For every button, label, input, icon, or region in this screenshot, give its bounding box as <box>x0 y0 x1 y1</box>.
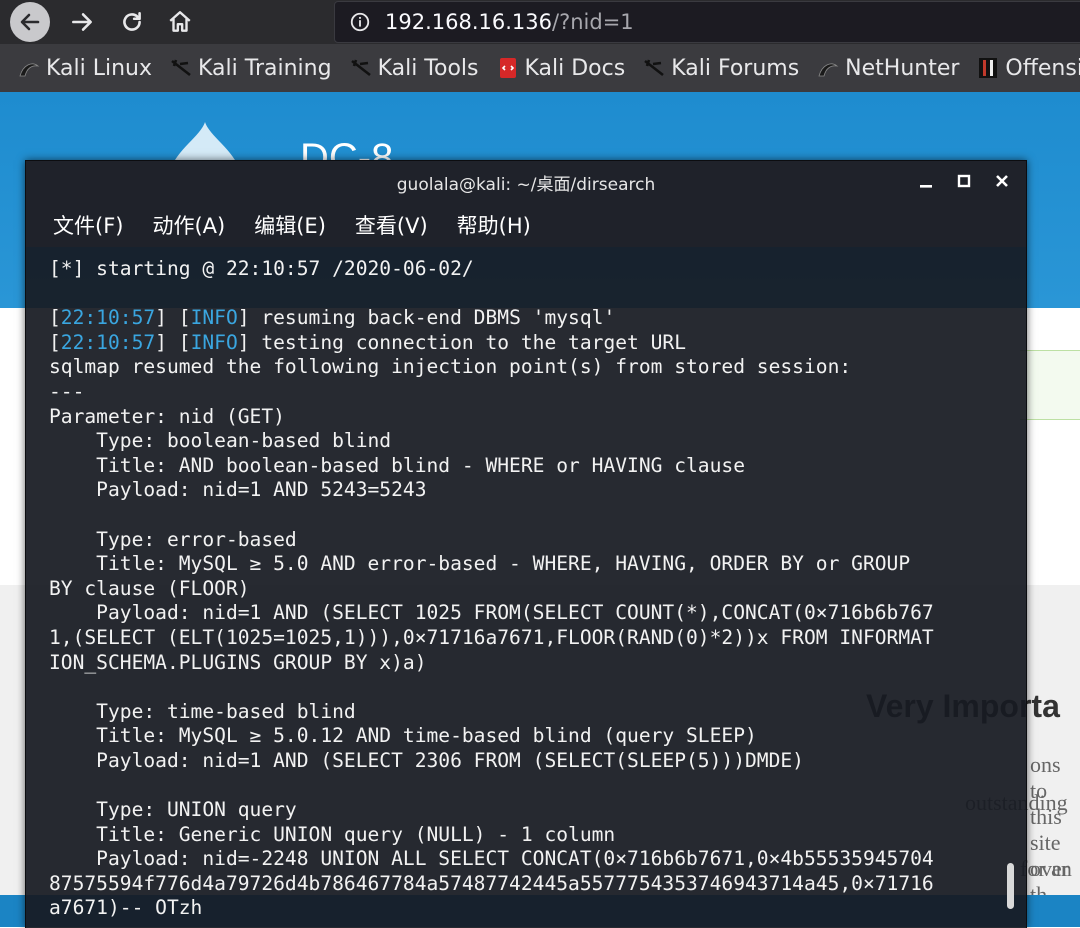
terminal-line: Title: Generic UNION query (NULL) - 1 co… <box>49 822 616 846</box>
terminal-line: Type: boolean-based blind <box>49 429 392 453</box>
forward-button[interactable] <box>62 2 102 42</box>
maximize-button[interactable] <box>954 171 974 191</box>
home-button[interactable] <box>160 2 200 42</box>
terminal-line: ION_SCHEMA.PLUGINS GROUP BY x)a) <box>49 650 427 674</box>
kali-dragon-icon <box>171 59 191 77</box>
terminal-line: Payload: nid=1 AND 5243=5243 <box>49 478 427 502</box>
menu-edit[interactable]: 编辑(E) <box>254 210 326 240</box>
log-text: ] [ <box>155 306 191 330</box>
bookmarks-toolbar: Kali Linux Kali Training Kali Tools Kali… <box>0 44 1080 92</box>
terminal-line: 87575594f776d4a79726d4b786467784a5748774… <box>49 871 934 895</box>
reload-icon <box>123 12 141 31</box>
terminal-line: a7671)-- OTzh <box>49 896 203 920</box>
bookmark-label: Offensive <box>1005 55 1080 81</box>
home-icon <box>169 11 191 32</box>
info-icon[interactable] <box>349 11 371 33</box>
terminal-line: [22:10:57] [INFO] resuming back-end DBMS… <box>49 306 1001 331</box>
menu-file[interactable]: 文件(F) <box>53 210 123 240</box>
scrollbar-thumb[interactable] <box>1007 863 1014 909</box>
menu-view[interactable]: 查看(V) <box>355 210 428 240</box>
terminal-title: guolala@kali: ~/桌面/dirsearch <box>396 174 656 195</box>
bookmark-label: Kali Forums <box>671 55 800 81</box>
terminal-line: [*] starting @ 22:10:57 /2020-06-02/ <box>49 257 474 280</box>
menu-actions[interactable]: 动作(A) <box>152 210 225 240</box>
status-message-box <box>1020 350 1080 420</box>
log-text: [ <box>49 306 61 330</box>
terminal-line: Payload: nid=1 AND (SELECT 2306 FROM (SE… <box>49 748 804 772</box>
log-level: INFO <box>190 330 238 354</box>
body-text-fragment: for an <box>1020 856 1072 881</box>
log-text: ] resuming back-end DBMS 'mysql' <box>237 306 616 330</box>
terminal-line: BY clause (FLOOR) <box>49 576 250 600</box>
terminal-line: Title: AND boolean-based blind - WHERE o… <box>49 453 745 477</box>
maximize-icon <box>957 174 971 188</box>
browser-toolbar: 192.168.16.136/?nid=1 <box>0 0 1080 44</box>
menu-help[interactable]: 帮助(H) <box>457 210 531 240</box>
close-button[interactable] <box>992 171 1012 191</box>
kali-dragon-icon <box>818 63 839 77</box>
url-text: 192.168.16.136/?nid=1 <box>385 10 634 34</box>
close-icon <box>996 175 1008 187</box>
terminal-titlebar[interactable]: guolala@kali: ~/桌面/dirsearch <box>26 161 1026 203</box>
bookmark-kali-linux[interactable]: Kali Linux <box>18 56 152 81</box>
terminal-output[interactable]: [*] starting @ 22:10:57 /2020-06-02/ [22:… <box>49 257 1001 928</box>
terminal-line: Payload: nid=1 AND (SELECT 1025 FROM(SEL… <box>49 601 934 625</box>
bookmark-offensive[interactable]: Offensive <box>977 56 1080 81</box>
log-text: [ <box>49 330 61 354</box>
terminal-scrollbar[interactable] <box>1006 247 1016 928</box>
body-text-fragment: ons to this site over th <box>1030 752 1070 907</box>
log-level: INFO <box>190 306 238 330</box>
terminal-line: Type: UNION query <box>49 798 297 822</box>
terminal-line: [22:10:57] [INFO] testing connection to … <box>49 331 1001 356</box>
url-path: /?nid=1 <box>552 10 634 34</box>
forward-arrow-icon <box>72 13 92 31</box>
terminal-line: Type: time-based blind <box>49 699 356 723</box>
terminal-line: Title: MySQL ≥ 5.0 AND error-based - WHE… <box>49 552 911 576</box>
terminal-line: Parameter: nid (GET) <box>49 404 285 428</box>
minimize-button[interactable] <box>916 171 936 191</box>
offsec-icon <box>979 58 998 78</box>
terminal-line: Title: MySQL ≥ 5.0.12 AND time-based bli… <box>49 724 757 748</box>
bookmark-label: Kali Linux <box>46 55 153 81</box>
log-text: ] [ <box>155 330 191 354</box>
minimize-icon <box>920 185 932 188</box>
back-arrow-icon <box>20 13 40 31</box>
kali-dragon-icon <box>644 59 665 77</box>
terminal-line: sqlmap resumed the following injection p… <box>49 355 852 379</box>
bookmark-label: NetHunter <box>845 55 960 81</box>
log-timestamp: 22:10:57 <box>60 330 156 354</box>
bookmark-label: Kali Docs <box>524 55 626 81</box>
terminal-line: Payload: nid=-2248 UNION ALL SELECT CONC… <box>49 847 934 871</box>
back-button[interactable] <box>10 2 50 42</box>
reload-button[interactable] <box>112 2 152 42</box>
kali-dragon-icon <box>19 63 40 77</box>
bookmark-label: Kali Training <box>198 55 332 81</box>
log-timestamp: 22:10:57 <box>60 306 156 330</box>
bookmark-kali-forums[interactable]: Kali Forums <box>643 56 799 81</box>
bookmark-kali-training[interactable]: Kali Training <box>170 56 332 81</box>
kali-docs-icon <box>499 58 516 78</box>
terminal-line: --- <box>49 379 85 403</box>
terminal-menubar: 文件(F) 动作(A) 编辑(E) 查看(V) 帮助(H) <box>26 203 1026 247</box>
bookmark-label: Kali Tools <box>377 55 479 81</box>
url-host: 192.168.16.136 <box>385 10 552 34</box>
bookmark-kali-tools[interactable]: Kali Tools <box>350 56 479 81</box>
terminal-line: Type: error-based <box>49 527 297 551</box>
terminal-line: 1,(SELECT (ELT(1025=1025,1))),0×71716a76… <box>49 625 934 649</box>
kali-dragon-icon <box>350 59 371 77</box>
terminal-window[interactable]: guolala@kali: ~/桌面/dirsearch 文件(F) 动作(A)… <box>25 160 1027 928</box>
bookmark-nethunter[interactable]: NetHunter <box>817 56 959 81</box>
url-bar[interactable]: 192.168.16.136/?nid=1 <box>334 1 1080 43</box>
log-text: ] testing connection to the target URL <box>237 330 687 354</box>
bookmark-kali-docs[interactable]: Kali Docs <box>497 55 626 81</box>
